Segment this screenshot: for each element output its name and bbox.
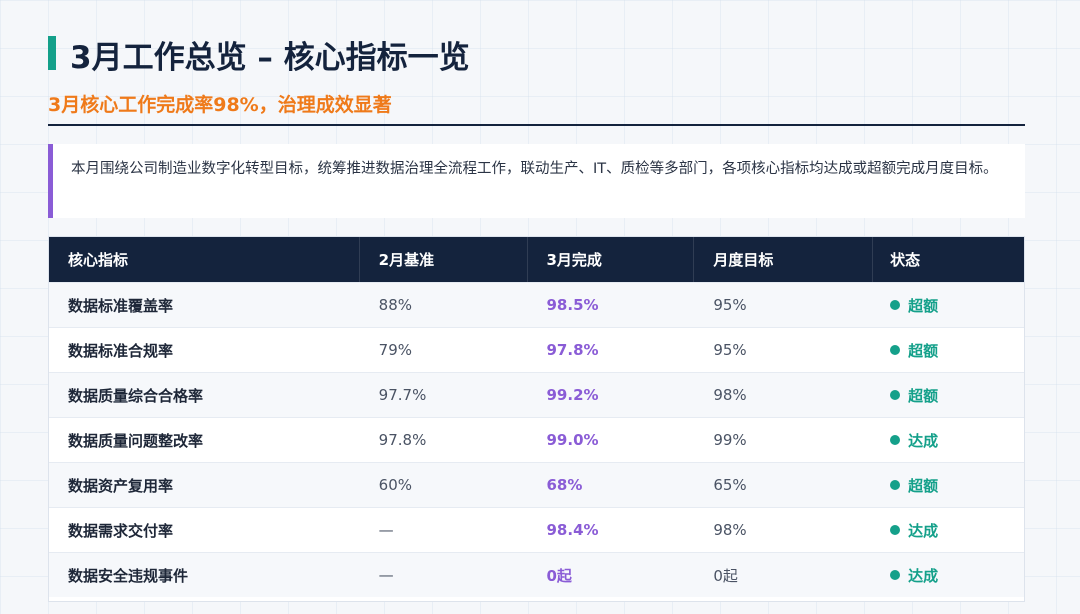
title-divider — [48, 124, 1025, 126]
status-dot-icon — [890, 435, 901, 445]
header-metric: 核心指标 — [49, 237, 360, 282]
intro-text: 本月围绕公司制造业数字化转型目标，统筹推进数据治理全流程工作，联动生产、IT、质… — [71, 161, 998, 177]
metric-name: 数据质量综合合格率 — [68, 386, 204, 405]
table-row: 数据标准合规率 79% 97.8% 95% 超额 — [49, 327, 1024, 372]
feb-baseline: 97.8% — [378, 431, 427, 449]
status-dot-icon — [890, 390, 901, 400]
metrics-table: 核心指标 2月基准 3月完成 月度目标 状态 数据标准覆盖率 88% 98.5%… — [48, 236, 1025, 602]
title-accent-bar — [48, 36, 56, 70]
page-title: 3月工作总览 – 核心指标一览 — [70, 40, 470, 76]
march-actual: 98.4% — [546, 521, 599, 539]
header-march-actual: 3月完成 — [528, 237, 695, 282]
status-label: 达成 — [908, 431, 939, 450]
header-status: 状态 — [890, 251, 921, 269]
status-badge: 超额 — [873, 283, 1024, 327]
table-header-row: 核心指标 2月基准 3月完成 月度目标 状态 — [49, 237, 1024, 282]
table-row: 数据质量综合合格率 97.7% 99.2% 98% 超额 — [49, 372, 1024, 417]
monthly-target: 99% — [713, 431, 747, 449]
status-label: 达成 — [908, 566, 939, 585]
status-badge: 超额 — [873, 463, 1024, 507]
feb-baseline: — — [378, 521, 394, 539]
header-feb-baseline: 2月基准 — [360, 237, 528, 282]
march-actual: 99.2% — [546, 386, 599, 404]
feb-baseline: — — [378, 566, 394, 584]
status-badge: 达成 — [873, 418, 1024, 462]
table-row: 数据标准覆盖率 88% 98.5% 95% 超额 — [49, 282, 1024, 327]
status-badge: 超额 — [873, 373, 1024, 417]
status-label: 达成 — [908, 521, 939, 540]
status-label: 超额 — [908, 386, 939, 405]
metric-name: 数据标准覆盖率 — [68, 296, 174, 315]
metric-name: 数据资产复用率 — [68, 476, 174, 495]
metric-name: 数据标准合规率 — [68, 341, 174, 360]
status-badge: 达成 — [873, 553, 1024, 597]
intro-callout: 本月围绕公司制造业数字化转型目标，统筹推进数据治理全流程工作，联动生产、IT、质… — [48, 144, 1025, 218]
feb-baseline: 79% — [378, 341, 413, 359]
status-badge: 达成 — [873, 508, 1024, 552]
feb-baseline: 97.7% — [378, 386, 427, 404]
monthly-target: 98% — [713, 386, 747, 404]
march-actual: 68% — [546, 476, 583, 494]
status-label: 超额 — [908, 476, 939, 495]
table-row: 数据资产复用率 60% 68% 65% 超额 — [49, 462, 1024, 507]
monthly-target: 98% — [713, 521, 747, 539]
table-row: 数据质量问题整改率 97.8% 99.0% 99% 达成 — [49, 417, 1024, 462]
table-row: 数据安全违规事件 — 0起 0起 达成 — [49, 552, 1024, 597]
status-dot-icon — [890, 480, 901, 490]
metric-name: 数据安全违规事件 — [68, 566, 189, 585]
status-dot-icon — [890, 345, 901, 355]
march-actual: 97.8% — [546, 341, 599, 359]
metric-name: 数据需求交付率 — [68, 521, 174, 540]
page-subtitle: 3月核心工作完成率98%，治理成效显著 — [48, 94, 392, 116]
monthly-target: 95% — [713, 296, 747, 314]
feb-baseline: 88% — [378, 296, 413, 314]
monthly-target: 65% — [713, 476, 747, 494]
metric-name: 数据质量问题整改率 — [68, 431, 204, 450]
status-label: 超额 — [908, 296, 939, 315]
status-dot-icon — [890, 300, 901, 310]
march-actual: 0起 — [546, 566, 572, 585]
march-actual: 98.5% — [546, 296, 599, 314]
feb-baseline: 60% — [378, 476, 413, 494]
status-label: 超额 — [908, 341, 939, 360]
table-row: 数据需求交付率 — 98.4% 98% 达成 — [49, 507, 1024, 552]
status-dot-icon — [890, 570, 901, 580]
monthly-target: 95% — [713, 341, 747, 359]
march-actual: 99.0% — [546, 431, 599, 449]
monthly-target: 0起 — [713, 566, 738, 585]
status-badge: 超额 — [873, 328, 1024, 372]
header-monthly-target: 月度目标 — [694, 237, 874, 282]
status-dot-icon — [890, 525, 901, 535]
